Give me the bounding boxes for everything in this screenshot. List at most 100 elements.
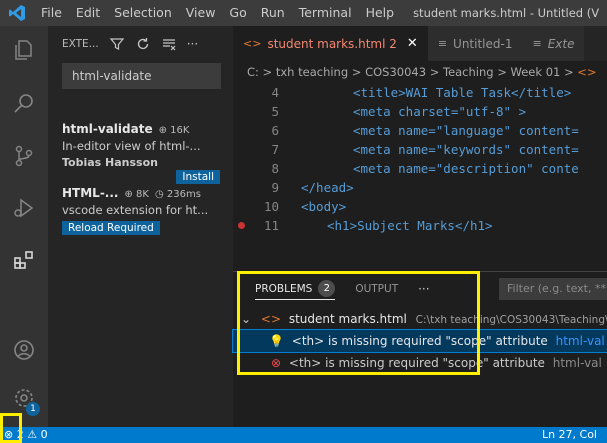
code-editor[interactable]: 4 <title>WAI Table Task</title> 5 <meta ch… [233, 83, 607, 271]
line-text: <meta charset="utf-8" > [353, 104, 527, 119]
lightbulb-icon: 💡 [269, 334, 284, 348]
clear-results-icon[interactable] [161, 36, 177, 52]
line-content: <meta name="language" content= [301, 121, 579, 140]
accounts-icon[interactable] [0, 328, 48, 372]
code-line: 7 <meta name="keywords" content= [233, 140, 607, 159]
refresh-icon[interactable] [135, 36, 151, 52]
panel-more-icon[interactable]: ··· [418, 272, 429, 306]
problem-message: <th> is missing required "scope" attribu… [291, 334, 548, 348]
download-icon: ⊕ [158, 125, 171, 136]
explorer-icon[interactable] [0, 28, 48, 72]
problems-count-badge: 2 [318, 280, 336, 297]
extension-name: HTML-... [62, 186, 119, 200]
sidebar-title: EXTE... [62, 37, 99, 50]
problem-file-row[interactable]: ⌄ <> student marks.html C:\txh teaching\… [233, 308, 607, 330]
problem-source: html-val [552, 356, 602, 370]
settings-badge: 1 [26, 402, 40, 416]
run-debug-icon[interactable] [0, 186, 48, 230]
more-actions-icon[interactable]: ··· [187, 37, 198, 51]
line-content: </head> [301, 178, 354, 197]
status-warning-count: 0 [40, 428, 48, 441]
line-content: <h1>Subject Marks</h1> [301, 216, 493, 235]
tab-student-marks[interactable]: <> student marks.html 2 ✕ [233, 26, 428, 61]
sidebar-header: EXTE... ··· [48, 26, 233, 61]
source-control-icon[interactable] [0, 134, 48, 178]
html-file-icon: <> [260, 312, 281, 326]
line-content: <meta name="description" conte [301, 159, 579, 178]
error-icon: ⊗ [4, 428, 14, 441]
activity-bar: 1 [0, 26, 48, 427]
extension-publisher: Tobias Hansson [62, 156, 158, 169]
problem-file-name: student marks.html [288, 312, 407, 326]
menu-view[interactable]: View [179, 0, 223, 26]
menu-run[interactable]: Run [254, 0, 292, 26]
line-text: <h1>Subject Marks</h1> [327, 218, 493, 233]
line-text: <meta name="description" conte [353, 161, 579, 176]
menu-edit[interactable]: Edit [69, 0, 107, 26]
settings-gear-icon[interactable]: 1 [0, 376, 48, 420]
line-content: <meta charset="utf-8" > [301, 102, 526, 121]
breadcrumb-path: C: > txh teaching > COS30043 > Teaching … [247, 65, 574, 79]
line-text: <meta name="language" content= [353, 123, 579, 138]
code-line: 5 <meta charset="utf-8" > [233, 102, 607, 121]
line-number: 11 [263, 218, 279, 233]
download-count: ⊕ 8K [124, 189, 148, 200]
code-line: 9 </head> [233, 178, 607, 197]
code-line: 6 <meta name="language" content= [233, 121, 607, 140]
line-content: <body> [301, 197, 346, 216]
tab-extension[interactable]: ≡ Exte [522, 26, 585, 61]
reload-required-button[interactable]: Reload Required [62, 221, 160, 235]
line-number: 4 [271, 85, 279, 100]
tab-output[interactable]: OUTPUT [355, 272, 398, 306]
extension-search-input[interactable]: html-validate [62, 63, 221, 89]
problems-filter-input[interactable]: Filter (e.g. text, ** [499, 278, 607, 300]
problem-row[interactable]: 💡 <th> is missing required "scope" attri… [232, 329, 607, 353]
line-number: 9 [271, 180, 279, 195]
problem-row[interactable]: ⊗ <th> is missing required "scope" attri… [233, 352, 607, 374]
tab-label: Exte [547, 36, 575, 51]
download-count-value: 8K [136, 189, 149, 200]
menu-go[interactable]: Go [222, 0, 253, 26]
line-content: <meta name="keywords" content= [301, 140, 579, 159]
line-number: 10 [263, 199, 279, 214]
menu-help[interactable]: Help [359, 0, 402, 26]
chevron-down-icon: ⌄ [241, 312, 252, 326]
filter-icon[interactable] [109, 36, 125, 52]
tab-problem-count: 2 [389, 36, 397, 51]
problem-source: html-val [555, 334, 605, 348]
menu-file[interactable]: File [34, 0, 69, 26]
menu-terminal[interactable]: Terminal [292, 0, 359, 26]
activation-time: ◷ 236ms [155, 189, 201, 200]
extensions-icon[interactable] [0, 238, 48, 282]
title-bar: File Edit Selection View Go Run Terminal… [0, 0, 607, 26]
vscode-logo-icon [0, 0, 34, 26]
tab-label: student marks.html [267, 36, 386, 51]
menu-selection[interactable]: Selection [107, 0, 179, 26]
status-bar: ⊗ 2 ⚠ 0 Ln 27, Col [0, 427, 607, 443]
breadcrumb[interactable]: C: > txh teaching > COS30043 > Teaching … [233, 61, 607, 83]
extension-item-html[interactable]: HTML-... ⊕ 8K ◷ 236ms vscode extension for… [62, 186, 232, 235]
code-line: 10 <body> [233, 197, 607, 216]
cursor-position[interactable]: Ln 27, Col [542, 427, 597, 443]
tab-problems[interactable]: PROBLEMS 2 [255, 278, 336, 300]
download-count: ⊕ 16K [159, 125, 190, 136]
problem-message: <th> is missing required "scope" attribu… [288, 356, 545, 370]
activation-time-value: 236ms [166, 189, 201, 200]
extension-item-html-validate[interactable]: html-validate ⊕ 16K In-editor view of htm… [62, 122, 232, 184]
extension-description: In-editor view of html-... [62, 139, 201, 153]
code-line: 8 <meta name="description" conte [233, 159, 607, 178]
html-file-icon: <> [243, 37, 262, 50]
search-icon[interactable] [0, 82, 48, 126]
text-file-icon: ≡ [437, 37, 448, 50]
status-problems[interactable]: ⊗ 2 ⚠ 0 [4, 427, 48, 443]
error-marker-icon [238, 222, 245, 229]
code-line: 4 <title>WAI Table Task</title> [233, 83, 607, 102]
warning-icon: ⚠ [27, 428, 38, 441]
tab-close-icon[interactable]: ✕ [407, 36, 418, 51]
install-button[interactable]: Install [176, 170, 220, 184]
line-content: <title>WAI Table Task</title> [301, 83, 571, 102]
line-text: <body> [301, 199, 347, 214]
error-icon: ⊗ [271, 356, 282, 370]
clock-icon: ◷ [154, 189, 167, 200]
tab-untitled-1[interactable]: ≡ Untitled-1 [427, 26, 523, 61]
